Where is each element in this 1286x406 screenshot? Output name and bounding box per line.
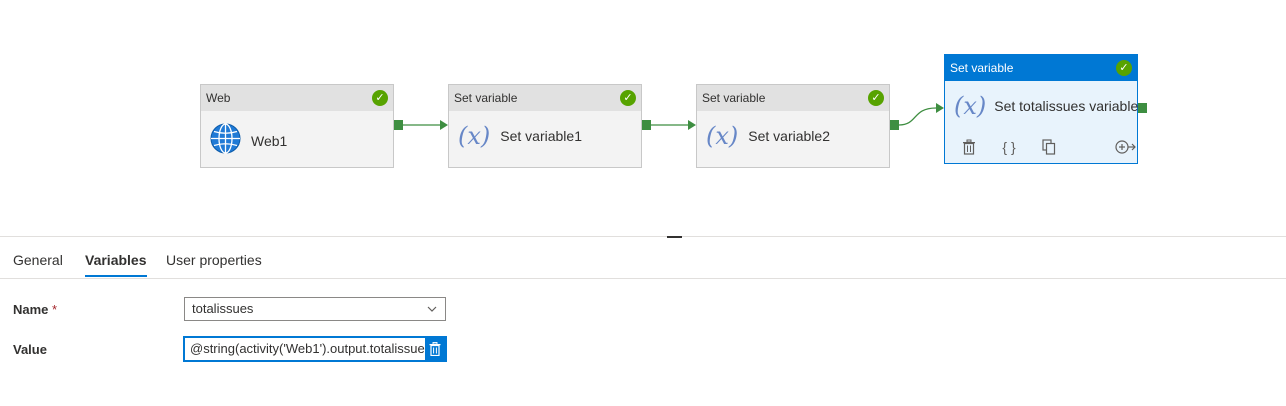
delete-icon[interactable] [961, 139, 977, 155]
activity-web1[interactable]: Web ✓ Web1 [200, 84, 394, 168]
success-check-icon: ✓ [868, 90, 884, 106]
arrowhead-2 [688, 120, 696, 130]
activity-name: Set variable2 [748, 128, 830, 144]
connector-setvar2-setvar3 [898, 107, 937, 126]
variable-name-value: totalissues [192, 301, 254, 316]
activity-name: Set variable1 [500, 128, 582, 144]
activity-type-label: Set variable [950, 61, 1014, 75]
success-check-icon: ✓ [620, 90, 636, 106]
copy-icon[interactable] [1041, 139, 1057, 155]
success-check-icon: ✓ [372, 90, 388, 106]
activity-header: Set variable ✓ [697, 85, 889, 111]
tab-user-properties[interactable]: User properties [166, 252, 262, 275]
activity-header: Web ✓ [201, 85, 393, 111]
variable-name-dropdown[interactable]: totalissues [184, 297, 446, 321]
value-field-label: Value [13, 342, 47, 357]
panel-divider [0, 236, 1286, 237]
output-port[interactable] [1138, 103, 1147, 113]
code-icon[interactable]: { } [1001, 139, 1017, 155]
activity-type-label: Set variable [702, 91, 766, 105]
arrowhead-3 [936, 103, 944, 113]
required-mark: * [52, 302, 58, 317]
tab-general[interactable]: General [13, 252, 63, 275]
splitter-handle[interactable] [667, 236, 682, 238]
output-port[interactable] [642, 120, 651, 130]
variable-icon: (𝑥) [954, 92, 987, 120]
activity-type-label: Web [206, 91, 231, 105]
tab-variables[interactable]: Variables [85, 252, 147, 277]
activity-name: Set totalissues variable [994, 98, 1139, 114]
activity-name: Web1 [251, 133, 288, 149]
clear-value-button[interactable] [425, 338, 445, 360]
value-expression-text: @string(activity('Web1').output.totaliss… [190, 341, 425, 356]
value-expression-input[interactable]: @string(activity('Web1').output.totaliss… [183, 336, 447, 362]
activity-set-variable1[interactable]: Set variable ✓ (𝑥) Set variable1 [448, 84, 642, 168]
add-output-icon[interactable] [1115, 139, 1137, 155]
activity-header: Set variable ✓ [449, 85, 641, 111]
activity-set-variable2[interactable]: Set variable ✓ (𝑥) Set variable2 [696, 84, 890, 168]
success-check-icon: ✓ [1116, 60, 1132, 76]
activity-header: Set variable ✓ [945, 55, 1137, 81]
variable-icon: (𝑥) [458, 122, 491, 150]
activity-type-label: Set variable [454, 91, 518, 105]
globe-icon [210, 123, 241, 159]
properties-tabs: General Variables User properties [0, 244, 1286, 279]
pipeline-canvas[interactable]: Web ✓ Web1 Set variable ✓ (𝑥) Set variab… [0, 0, 1286, 236]
arrowhead-1 [440, 120, 448, 130]
name-label-text: Name [13, 302, 49, 317]
delete-icon [429, 342, 441, 356]
activity-set-totalissues-variable[interactable]: Set variable ✓ (𝑥) Set totalissues varia… [944, 54, 1138, 164]
name-field-label: Name * [13, 302, 57, 317]
chevron-down-icon [427, 298, 437, 329]
activity-toolbar: { } [961, 139, 1155, 155]
output-port[interactable] [890, 120, 899, 130]
variable-icon: (𝑥) [706, 122, 739, 150]
output-port[interactable] [394, 120, 403, 130]
